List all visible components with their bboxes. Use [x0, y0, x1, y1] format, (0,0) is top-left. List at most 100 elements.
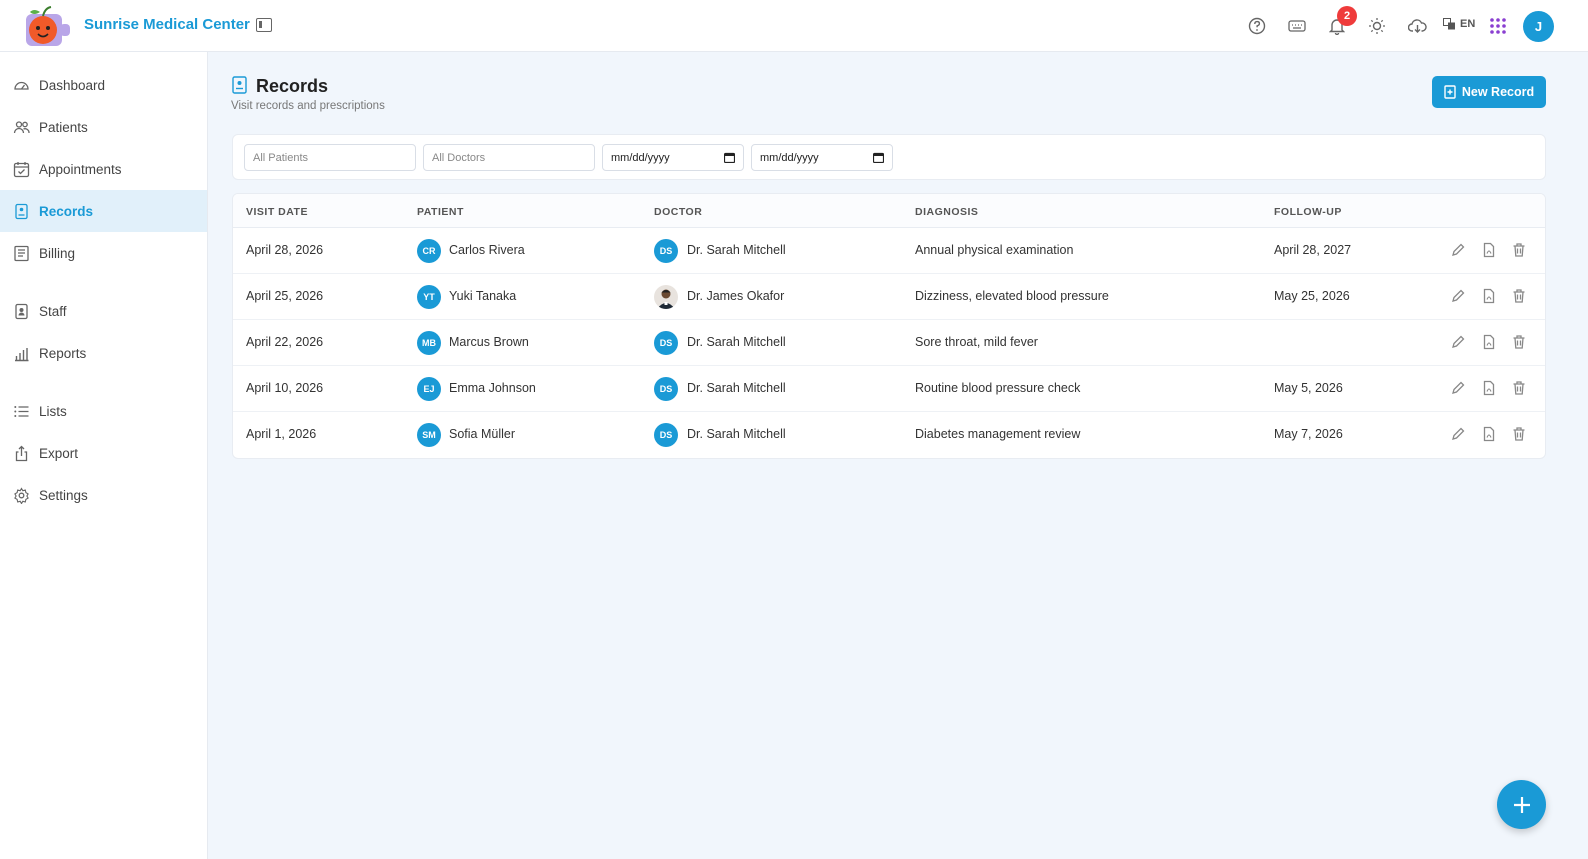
new-record-button[interactable]: New Record	[1432, 76, 1546, 108]
visit-date: April 22, 2026	[246, 335, 324, 349]
column-header-patient[interactable]: PATIENT	[417, 206, 464, 218]
patient-name[interactable]: Marcus Brown	[449, 335, 529, 349]
table-row[interactable]: April 1, 2026 SM Sofia Müller DS Dr. Sar…	[233, 412, 1545, 458]
edit-pencil-icon[interactable]	[1450, 334, 1466, 350]
visit-date: April 25, 2026	[246, 289, 324, 303]
diagnosis: Dizziness, elevated blood pressure	[915, 289, 1109, 303]
apple-logo-icon[interactable]	[22, 4, 70, 48]
trash-icon[interactable]	[1511, 288, 1527, 304]
visit-date: April 1, 2026	[246, 427, 317, 441]
new-record-label: New Record	[1461, 85, 1535, 99]
calendar-icon[interactable]	[724, 152, 735, 163]
diagnosis: Routine blood pressure check	[915, 381, 1081, 395]
sidebar-item-settings[interactable]: Settings	[0, 474, 207, 516]
keyboard-icon[interactable]	[1287, 16, 1307, 36]
sidebar-item-billing[interactable]: Billing	[0, 232, 207, 274]
doctor-avatar: DS	[654, 331, 678, 355]
column-header-follow-up[interactable]: FOLLOW-UP	[1274, 206, 1342, 218]
follow-up-date: May 5, 2026	[1274, 381, 1343, 395]
record-file-icon	[232, 76, 247, 94]
sidebar-item-lists[interactable]: Lists	[0, 390, 207, 432]
patient-name[interactable]: Carlos Rivera	[449, 243, 525, 257]
table-row[interactable]: April 10, 2026 EJ Emma Johnson DS Dr. Sa…	[233, 366, 1545, 412]
record-file-icon	[15, 203, 28, 219]
bar-chart-icon	[15, 347, 29, 361]
column-header-diagnosis[interactable]: DIAGNOSIS	[915, 206, 978, 218]
visit-date: April 28, 2026	[246, 243, 324, 257]
pdf-file-icon[interactable]	[1481, 426, 1497, 442]
top-header: Sunrise Medical Center 2 EN J	[0, 0, 1588, 52]
doctor-name: Dr. Sarah Mitchell	[687, 335, 786, 349]
table-row[interactable]: April 22, 2026 MB Marcus Brown DS Dr. Sa…	[233, 320, 1545, 366]
help-icon[interactable]	[1247, 16, 1267, 36]
add-file-icon	[1444, 85, 1456, 99]
page-subtitle: Visit records and prescriptions	[231, 100, 385, 112]
column-header-doctor[interactable]: DOCTOR	[654, 206, 702, 218]
edit-pencil-icon[interactable]	[1450, 242, 1466, 258]
pdf-file-icon[interactable]	[1481, 288, 1497, 304]
date-to-input[interactable]: mm/dd/yyyy	[751, 144, 893, 171]
cloud-download-icon[interactable]	[1407, 16, 1427, 36]
patient-avatar: SM	[417, 423, 441, 447]
doctor-avatar: DS	[654, 423, 678, 447]
pdf-file-icon[interactable]	[1481, 380, 1497, 396]
patient-filter-select[interactable]: All Patients	[244, 144, 416, 171]
patient-name[interactable]: Yuki Tanaka	[449, 289, 516, 303]
doctor-name: Dr. Sarah Mitchell	[687, 427, 786, 441]
sidebar-item-appointments[interactable]: Appointments	[0, 148, 207, 190]
user-avatar[interactable]: J	[1523, 11, 1554, 42]
sidebar-item-dashboard[interactable]: Dashboard	[0, 64, 207, 106]
table-row[interactable]: April 28, 2026 CR Carlos Rivera DS Dr. S…	[233, 228, 1545, 274]
calendar-icon[interactable]	[873, 152, 884, 163]
app-title[interactable]: Sunrise Medical Center	[84, 16, 250, 33]
doctor-name: Dr. Sarah Mitchell	[687, 243, 786, 257]
doctor-avatar: DS	[654, 239, 678, 263]
date-from-input[interactable]: mm/dd/yyyy	[602, 144, 744, 171]
sidebar-item-records[interactable]: Records	[0, 190, 207, 232]
sidebar-item-label: Records	[39, 203, 94, 219]
edit-pencil-icon[interactable]	[1450, 380, 1466, 396]
trash-icon[interactable]	[1511, 334, 1527, 350]
sidebar-item-label: Patients	[39, 119, 88, 135]
patient-name[interactable]: Emma Johnson	[449, 381, 536, 395]
trash-icon[interactable]	[1511, 426, 1527, 442]
sidebar-item-label: Dashboard	[39, 77, 106, 93]
trash-icon[interactable]	[1511, 242, 1527, 258]
trash-icon[interactable]	[1511, 380, 1527, 396]
follow-up-date: May 7, 2026	[1274, 427, 1343, 441]
gear-icon	[14, 486, 29, 504]
sidebar-item-reports[interactable]: Reports	[0, 332, 207, 374]
date-from-value: mm/dd/yyyy	[611, 151, 670, 164]
filter-bar: All Patients All Doctors mm/dd/yyyy mm/d…	[232, 134, 1546, 180]
floating-add-button[interactable]	[1497, 780, 1546, 829]
sidebar-item-export[interactable]: Export	[0, 432, 207, 474]
pdf-file-icon[interactable]	[1481, 334, 1497, 350]
sidebar-item-patients[interactable]: Patients	[0, 106, 207, 148]
apps-grid-icon[interactable]	[1488, 16, 1508, 36]
doctor-filter-select[interactable]: All Doctors	[423, 144, 595, 171]
table-row[interactable]: April 25, 2026 YT Yuki Tanaka Dr. James …	[233, 274, 1545, 320]
edit-pencil-icon[interactable]	[1450, 288, 1466, 304]
visit-date: April 10, 2026	[246, 381, 324, 395]
patient-name[interactable]: Sofia Müller	[449, 427, 515, 441]
follow-up-date: May 25, 2026	[1274, 289, 1350, 303]
diagnosis: Annual physical examination	[915, 243, 1074, 257]
sidebar: Dashboard Patients Appointments Records …	[0, 52, 208, 859]
staff-badge-icon	[15, 303, 28, 319]
language-selector[interactable]: EN	[1443, 18, 1475, 30]
billing-icon	[14, 245, 29, 261]
sidebar-item-label: Reports	[39, 345, 87, 361]
sidebar-item-label: Export	[39, 445, 79, 461]
pdf-file-icon[interactable]	[1481, 242, 1497, 258]
records-table: VISIT DATE PATIENT DOCTOR DIAGNOSIS FOLL…	[232, 193, 1546, 459]
users-icon	[13, 120, 30, 133]
edit-pencil-icon[interactable]	[1450, 426, 1466, 442]
follow-up-date: April 28, 2027	[1274, 243, 1352, 257]
sidebar-item-staff[interactable]: Staff	[0, 290, 207, 332]
sidebar-item-label: Appointments	[39, 161, 122, 177]
column-header-visit-date[interactable]: VISIT DATE	[246, 206, 308, 218]
share-icon	[15, 445, 28, 461]
gauge-icon	[14, 81, 29, 90]
sun-theme-icon[interactable]	[1367, 16, 1387, 36]
sidebar-toggle-icon[interactable]	[256, 18, 272, 32]
